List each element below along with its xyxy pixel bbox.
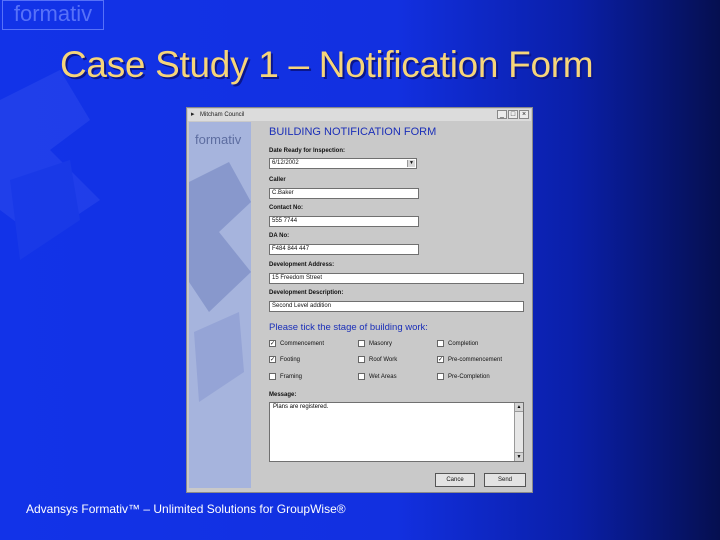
stage-roof-work[interactable]: Roof Work	[358, 356, 397, 363]
dev-address-field[interactable]: 15 Freedom Street	[269, 273, 524, 284]
checkbox-masonry[interactable]	[358, 340, 365, 347]
side-decoration	[189, 162, 251, 402]
dev-desc-label: Development Description:	[269, 290, 344, 296]
app-icon: ▸	[191, 111, 195, 118]
maximize-button[interactable]: □	[508, 110, 518, 119]
caller-field[interactable]: C.Baker	[269, 188, 419, 199]
window-title: Mitcham Council	[200, 112, 245, 118]
da-field[interactable]: F484 844 447	[269, 244, 419, 255]
close-button[interactable]: ×	[519, 110, 529, 119]
stage-commencement[interactable]: ✓ Commencement	[269, 340, 324, 347]
notification-window: ▸ Mitcham Council _ □ × formativ BUILDIN…	[186, 107, 533, 493]
checkbox-pre-commencement[interactable]: ✓	[437, 356, 444, 363]
checkbox-footing[interactable]: ✓	[269, 356, 276, 363]
decorative-swirl	[0, 70, 100, 260]
da-label: DA No:	[269, 233, 290, 239]
contact-label: Contact No:	[269, 205, 303, 211]
minimize-button[interactable]: _	[497, 110, 507, 119]
stage-masonry[interactable]: Masonry	[358, 340, 392, 347]
window-titlebar[interactable]: ▸ Mitcham Council _ □ ×	[188, 109, 531, 121]
stage-pre-completion[interactable]: Pre-Completion	[437, 373, 490, 380]
checkbox-roof-work[interactable]	[358, 356, 365, 363]
contact-field[interactable]: 555 7744	[269, 216, 419, 227]
stage-wet-areas[interactable]: Wet Areas	[358, 373, 397, 380]
stage-heading: Please tick the stage of building work:	[269, 322, 428, 333]
side-logo: formativ	[195, 132, 242, 147]
message-label: Message:	[269, 392, 297, 398]
stage-completion[interactable]: Completion	[437, 340, 478, 347]
form-title: BUILDING NOTIFICATION FORM	[269, 126, 437, 138]
checkbox-commencement[interactable]: ✓	[269, 340, 276, 347]
checkbox-pre-completion[interactable]	[437, 373, 444, 380]
stage-footing[interactable]: ✓ Footing	[269, 356, 300, 363]
stage-pre-commencement[interactable]: ✓ Pre-commencement	[437, 356, 502, 363]
date-value: 6/12/2002	[272, 160, 299, 166]
dev-address-label: Development Address:	[269, 262, 335, 268]
slide-footer: Advansys Formativ™ – Unlimited Solutions…	[26, 502, 346, 516]
message-scrollbar[interactable]: ▲ ▼	[514, 403, 523, 461]
send-button[interactable]: Send	[484, 473, 526, 487]
message-textarea[interactable]: Plans are registered. ▲ ▼	[269, 402, 524, 462]
dev-desc-field[interactable]: Second Level addition	[269, 301, 524, 312]
slide-title: Case Study 1 – Notification Form	[60, 44, 594, 85]
checkbox-completion[interactable]	[437, 340, 444, 347]
message-value: Plans are registered.	[273, 404, 329, 410]
caller-label: Caller	[269, 177, 286, 183]
chevron-down-icon[interactable]: ▼	[407, 160, 415, 167]
date-label: Date Ready for Inspection:	[269, 148, 346, 154]
checkbox-wet-areas[interactable]	[358, 373, 365, 380]
checkbox-framing[interactable]	[269, 373, 276, 380]
scroll-down-icon[interactable]: ▼	[515, 452, 523, 461]
side-panel: formativ	[189, 122, 251, 488]
brand-corner-logo: formativ	[2, 0, 104, 30]
cancel-button[interactable]: Cance	[435, 473, 475, 487]
date-select[interactable]: 6/12/2002 ▼	[269, 158, 417, 169]
scroll-up-icon[interactable]: ▲	[515, 403, 523, 412]
stage-framing[interactable]: Framing	[269, 373, 302, 380]
